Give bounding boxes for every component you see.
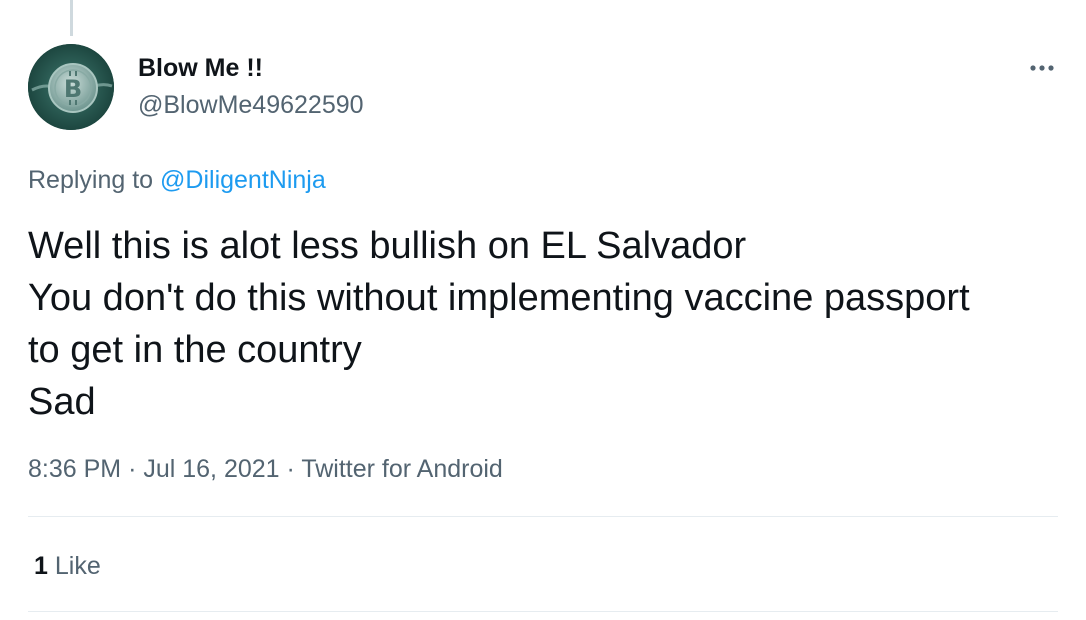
replying-to: Replying to @DiligentNinja bbox=[28, 164, 326, 196]
author-handle[interactable]: @BlowMe49622590 bbox=[138, 90, 364, 120]
likes-count-link[interactable]: 1 Like bbox=[34, 550, 101, 582]
more-horizontal-icon bbox=[1030, 65, 1054, 71]
like-label: Like bbox=[54, 552, 101, 580]
avatar[interactable]: B bbox=[28, 44, 114, 130]
tweet-metadata: 8:36 PM · Jul 16, 2021 · Twitter for And… bbox=[28, 452, 503, 486]
tweet-time[interactable]: 8:36 PM bbox=[28, 455, 121, 483]
tweet-line: Well this is alot less bullish on EL Sal… bbox=[28, 225, 747, 267]
reply-mention-link[interactable]: @DiligentNinja bbox=[160, 166, 326, 194]
like-count: 1 bbox=[34, 552, 48, 580]
tweet-text: Well this is alot less bullish on EL Sal… bbox=[28, 220, 1068, 428]
thread-connector-line bbox=[70, 0, 73, 36]
divider bbox=[28, 611, 1058, 612]
author-display-name[interactable]: Blow Me !! bbox=[138, 53, 263, 83]
tweet-source[interactable]: Twitter for Android bbox=[301, 455, 502, 483]
replying-to-prefix: Replying to bbox=[28, 166, 154, 194]
divider bbox=[28, 516, 1058, 517]
tweet-line: You don't do this without implementing v… bbox=[28, 277, 970, 319]
meta-separator: · bbox=[286, 455, 295, 483]
meta-separator: · bbox=[128, 455, 137, 483]
tweet-date[interactable]: Jul 16, 2021 bbox=[143, 455, 279, 483]
tweet-line: to get in the country bbox=[28, 329, 362, 371]
tweet-line: Sad bbox=[28, 381, 96, 423]
more-options-icon[interactable] bbox=[1022, 54, 1062, 82]
svg-text:B: B bbox=[64, 75, 82, 103]
bitcoin-coin-icon: B bbox=[28, 44, 114, 130]
